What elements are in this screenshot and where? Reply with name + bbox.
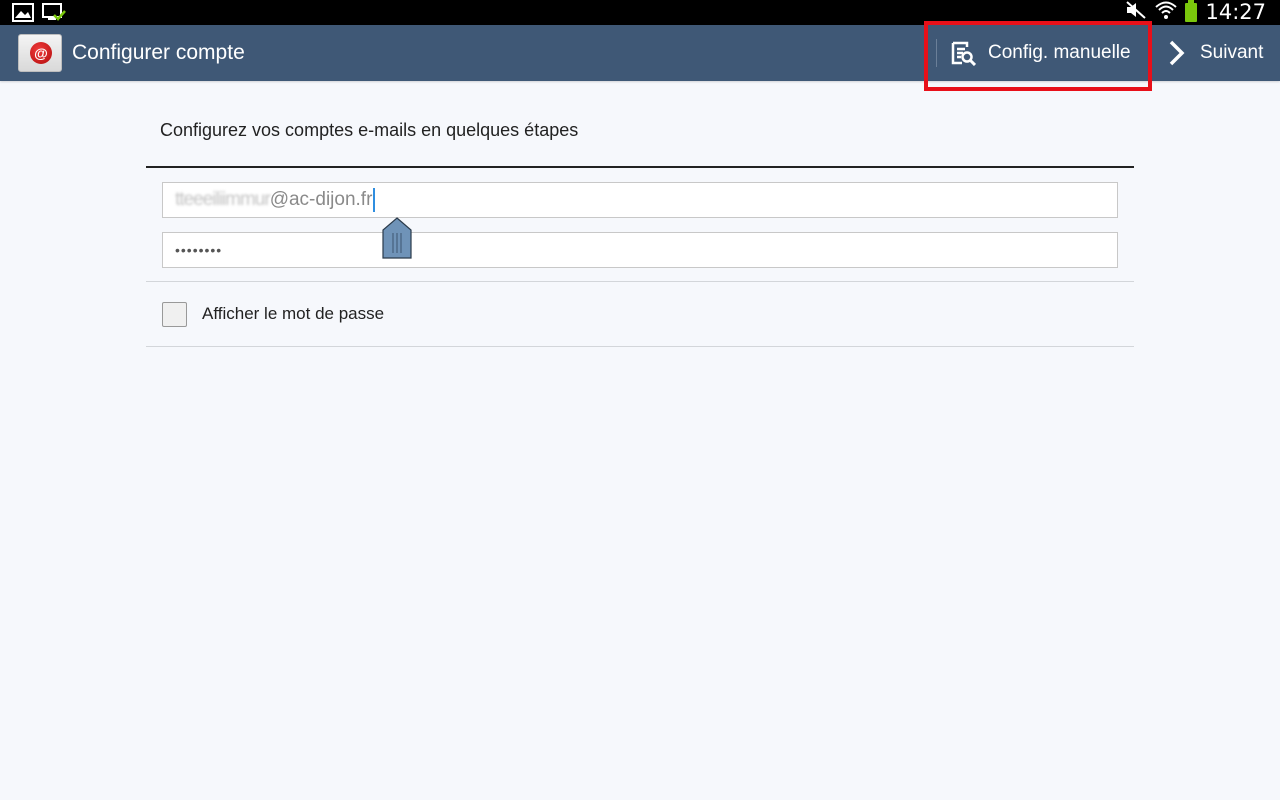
email-app-icon[interactable]: @: [18, 34, 62, 72]
chevron-right-icon: [1166, 39, 1188, 67]
manual-config-button[interactable]: Config. manuelle: [950, 25, 1131, 81]
email-field[interactable]: tteeeiliimmur@ac-dijon.fr: [162, 182, 1118, 218]
form-heading: Configurez vos comptes e-mails en quelqu…: [160, 120, 579, 140]
app-icon-glyph: @: [30, 42, 52, 64]
action-divider: [936, 39, 937, 67]
mute-icon: [1125, 0, 1147, 25]
battery-icon: [1185, 0, 1198, 22]
show-password-row[interactable]: Afficher le mot de passe: [162, 300, 384, 328]
heading-divider: [146, 166, 1134, 168]
section-divider: [146, 281, 1134, 282]
email-blurred-user: tteeeiliimmur: [175, 189, 271, 210]
show-password-checkbox[interactable]: [162, 301, 187, 327]
page-title: Configurer compte: [72, 41, 245, 64]
show-password-label: Afficher le mot de passe: [202, 304, 385, 323]
action-bar: @ Configurer compte Config. manuelle Sui…: [0, 25, 1280, 81]
manual-config-icon: [950, 40, 976, 66]
password-field[interactable]: ••••••••: [162, 232, 1118, 268]
email-domain: @ac-dijon.fr: [269, 189, 373, 210]
status-bar: 14:27: [0, 0, 1280, 25]
next-label: Suivant: [1200, 42, 1264, 63]
next-button[interactable]: Suivant: [1166, 25, 1263, 81]
manual-config-label: Config. manuelle: [988, 42, 1131, 63]
text-selection-handle[interactable]: [382, 217, 412, 259]
text-cursor: [373, 187, 376, 212]
section-divider: [146, 346, 1134, 347]
password-value: ••••••••: [175, 242, 223, 258]
wifi-icon: [1155, 0, 1178, 25]
clock: 14:27: [1205, 0, 1266, 24]
